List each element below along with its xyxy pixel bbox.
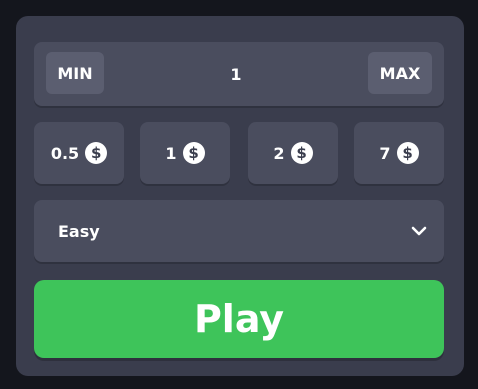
- preset-bet-button[interactable]: 7 $: [354, 122, 444, 184]
- dollar-coin-icon: $: [396, 142, 419, 164]
- dollar-coin-icon: $: [290, 142, 313, 164]
- preset-bet-label: 2: [273, 143, 285, 163]
- bet-amount-control: MIN 1 MAX: [34, 42, 444, 106]
- bet-panel: MIN 1 MAX 0.5 $ 1 $ 2 $ 7 $ Easy Play: [16, 16, 464, 376]
- difficulty-select[interactable]: Easy: [34, 200, 444, 262]
- preset-bets: 0.5 $ 1 $ 2 $ 7 $: [34, 122, 444, 184]
- dollar-coin-icon: $: [85, 142, 108, 164]
- min-button[interactable]: MIN: [46, 52, 104, 94]
- preset-bet-label: 7: [379, 143, 391, 163]
- difficulty-selected-value: Easy: [58, 221, 100, 241]
- play-button[interactable]: Play: [34, 280, 444, 358]
- preset-bet-button[interactable]: 1 $: [140, 122, 230, 184]
- preset-bet-button[interactable]: 2 $: [248, 122, 338, 184]
- preset-bet-label: 1: [165, 143, 177, 163]
- max-button[interactable]: MAX: [368, 52, 432, 94]
- dollar-coin-icon: $: [182, 142, 205, 164]
- preset-bet-label: 0.5: [50, 143, 80, 163]
- preset-bet-button[interactable]: 0.5 $: [34, 122, 124, 184]
- bet-amount-input[interactable]: 1: [114, 42, 358, 106]
- chevron-down-icon: [411, 226, 427, 236]
